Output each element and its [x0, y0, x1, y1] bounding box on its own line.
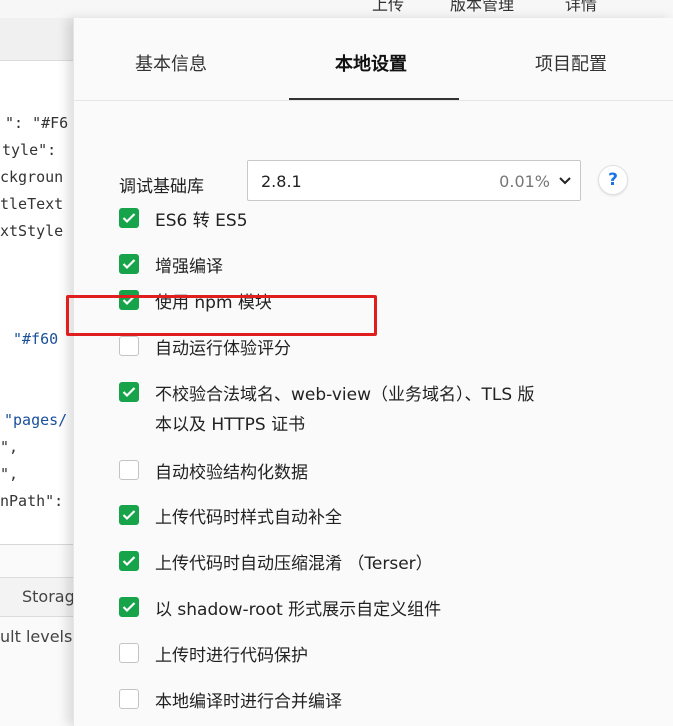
tab-local-settings[interactable]: 本地设置 [335, 50, 407, 76]
option-label: 自动运行体验评分 [155, 339, 291, 359]
code-line: tleText [0, 195, 64, 213]
top-toolbar: 上传 版本管理 详情 [0, 0, 673, 19]
toolbar-details-button[interactable]: 详情 [565, 0, 597, 15]
code-line: ", [0, 465, 19, 483]
debug-lib-label: 调试基础库 [119, 177, 204, 197]
checkbox-checked[interactable] [119, 382, 139, 402]
tab-basic-info[interactable]: 基本信息 [135, 50, 207, 76]
storage-tab-label: Storag [22, 587, 73, 606]
debug-lib-select[interactable]: 2.8.1 0.01% [247, 160, 581, 201]
code-line: ": "#F6 [5, 114, 69, 132]
debug-lib-usage-percent: 0.01% [499, 172, 550, 191]
checkmark-icon [122, 556, 136, 567]
option-label: 增强编译 [155, 257, 223, 277]
tab-project-config[interactable]: 项目配置 [535, 50, 607, 76]
checkbox-unchecked[interactable] [119, 643, 139, 663]
checkmark-icon [122, 387, 136, 398]
code-line: ckgroun [0, 168, 64, 186]
option-label: ES6 转 ES5 [155, 211, 248, 231]
option-label: 使用 npm 模块 [155, 293, 272, 313]
chevron-down-icon [559, 177, 571, 185]
settings-tabs: 基本信息 本地设置 项目配置 [74, 18, 673, 101]
project-settings-panel: 基本信息 本地设置 项目配置 调试基础库 2.8.1 0.01% ? ES6 转… [73, 18, 673, 726]
editor-tabstrip [0, 18, 73, 61]
checkbox-unchecked[interactable] [119, 689, 139, 709]
code-line: "#f60 [13, 330, 59, 348]
help-icon[interactable]: ? [598, 165, 628, 195]
debug-lib-row: 调试基础库 2.8.1 0.01% ? [119, 160, 639, 202]
code-line: nPath": [0, 492, 64, 510]
checkbox-checked[interactable] [119, 290, 139, 310]
checkbox-unchecked[interactable] [119, 460, 139, 480]
option-label-line2: 本以及 HTTPS 证书 [155, 415, 306, 435]
checkmark-icon [122, 295, 136, 306]
code-editor[interactable]: ": "#F6 tyle": ckgroun tleText xtStyle "… [0, 18, 73, 726]
code-line: "pages/ [4, 411, 68, 429]
option-label: 上传代码时自动压缩混淆 （Terser） [155, 554, 433, 574]
option-label: 自动校验结构化数据 [155, 463, 308, 483]
code-line: ", [0, 438, 19, 456]
toolbar-upload-button[interactable]: 上传 [372, 0, 404, 15]
storage-tab[interactable]: Storag [0, 577, 73, 617]
debug-panel: Storag ult levels [0, 545, 73, 726]
checkbox-checked[interactable] [119, 208, 139, 228]
debug-lib-version: 2.8.1 [261, 172, 302, 191]
active-tab-indicator [289, 98, 459, 100]
option-label: 以 shadow-root 形式展示自定义组件 [155, 600, 442, 620]
log-levels-dropdown[interactable]: ult levels [0, 627, 72, 646]
option-label: 本地编译时进行合并编译 [155, 692, 342, 712]
checkmark-icon [122, 213, 136, 224]
option-label: 上传代码时样式自动补全 [155, 508, 342, 528]
checkmark-icon [122, 602, 136, 613]
code-line: tyle": [2, 141, 57, 159]
checkbox-checked[interactable] [119, 505, 139, 525]
option-label: 不校验合法域名、web-view（业务域名）、TLS 版 [155, 385, 535, 405]
checkmark-icon [122, 510, 136, 521]
checkbox-checked[interactable] [119, 597, 139, 617]
toolbar-version-button[interactable]: 版本管理 [450, 0, 514, 15]
checkmark-icon [122, 259, 136, 270]
checkbox-unchecked[interactable] [119, 336, 139, 356]
checkbox-checked[interactable] [119, 254, 139, 274]
option-label: 上传时进行代码保护 [155, 646, 308, 666]
code-line: xtStyle [0, 222, 64, 240]
checkbox-checked[interactable] [119, 551, 139, 571]
